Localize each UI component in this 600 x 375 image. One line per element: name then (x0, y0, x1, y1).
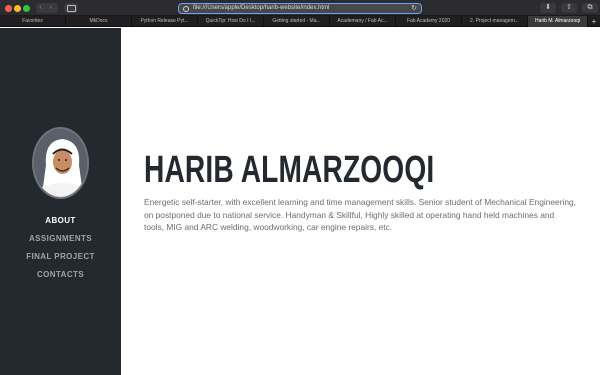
reload-icon[interactable]: ↻ (411, 4, 417, 13)
avatar (32, 127, 89, 199)
zoom-icon[interactable] (23, 5, 30, 12)
bio-paragraph: Energetic self-starter, with excellent l… (144, 197, 577, 232)
tab-mkdocs[interactable]: MkDocs (66, 16, 132, 27)
tab-getting-started[interactable]: Getting started - Ma... (264, 16, 330, 27)
site-icon (183, 6, 189, 12)
page-title: HARIB ALMARZOOQI (144, 149, 435, 191)
nav-assignments[interactable]: ASSIGNMENTS (29, 230, 92, 248)
tab-project-management[interactable]: 2. Project managem... (462, 16, 528, 27)
tab-quicktip[interactable]: QuickTip: How Do I I... (198, 16, 264, 27)
address-text: file:///Users/apple/Desktop/harib-websit… (193, 5, 330, 11)
close-icon[interactable] (5, 5, 12, 12)
site-nav: ABOUT ASSIGNMENTS FINAL PROJECT CONTACTS (0, 212, 121, 284)
add-tab-icon[interactable]: + (588, 16, 600, 26)
address-bar[interactable]: file:///Users/apple/Desktop/harib-websit… (178, 3, 422, 14)
nav-contacts[interactable]: CONTACTS (37, 266, 84, 284)
nav-final-project[interactable]: FINAL PROJECT (26, 248, 95, 266)
tab-favorites[interactable]: Favorites (0, 16, 66, 27)
back-forward-buttons[interactable]: ‹ › (36, 3, 58, 13)
tab-academany[interactable]: Academany / Fab Ac... (330, 16, 396, 27)
sidebar-icon[interactable] (64, 3, 78, 13)
browser-toolbar: ‹ › file:///Users/apple/Desktop/harib-we… (0, 0, 600, 16)
nav-about[interactable]: ABOUT (45, 212, 75, 230)
download-icon[interactable]: ⬇ (540, 3, 556, 13)
tab-bar: Favorites MkDocs Python Release Pyt... Q… (0, 16, 600, 27)
minimize-icon[interactable] (14, 5, 21, 12)
profile-photo (34, 129, 87, 197)
tab-harib-almarzooqi[interactable]: Harib M. Almarzooqi (528, 16, 588, 27)
tab-python-release[interactable]: Python Release Pyt... (132, 16, 198, 27)
main-content: HARIB ALMARZOOQI Energetic self-starter,… (121, 28, 600, 375)
share-icon[interactable]: ⇧ (561, 3, 577, 13)
site-sidebar: ABOUT ASSIGNMENTS FINAL PROJECT CONTACTS (0, 28, 121, 375)
tabs-icon[interactable]: ⧉ (582, 3, 598, 13)
tab-fab-academy-2020[interactable]: Fab Academy 2020 (396, 16, 462, 27)
